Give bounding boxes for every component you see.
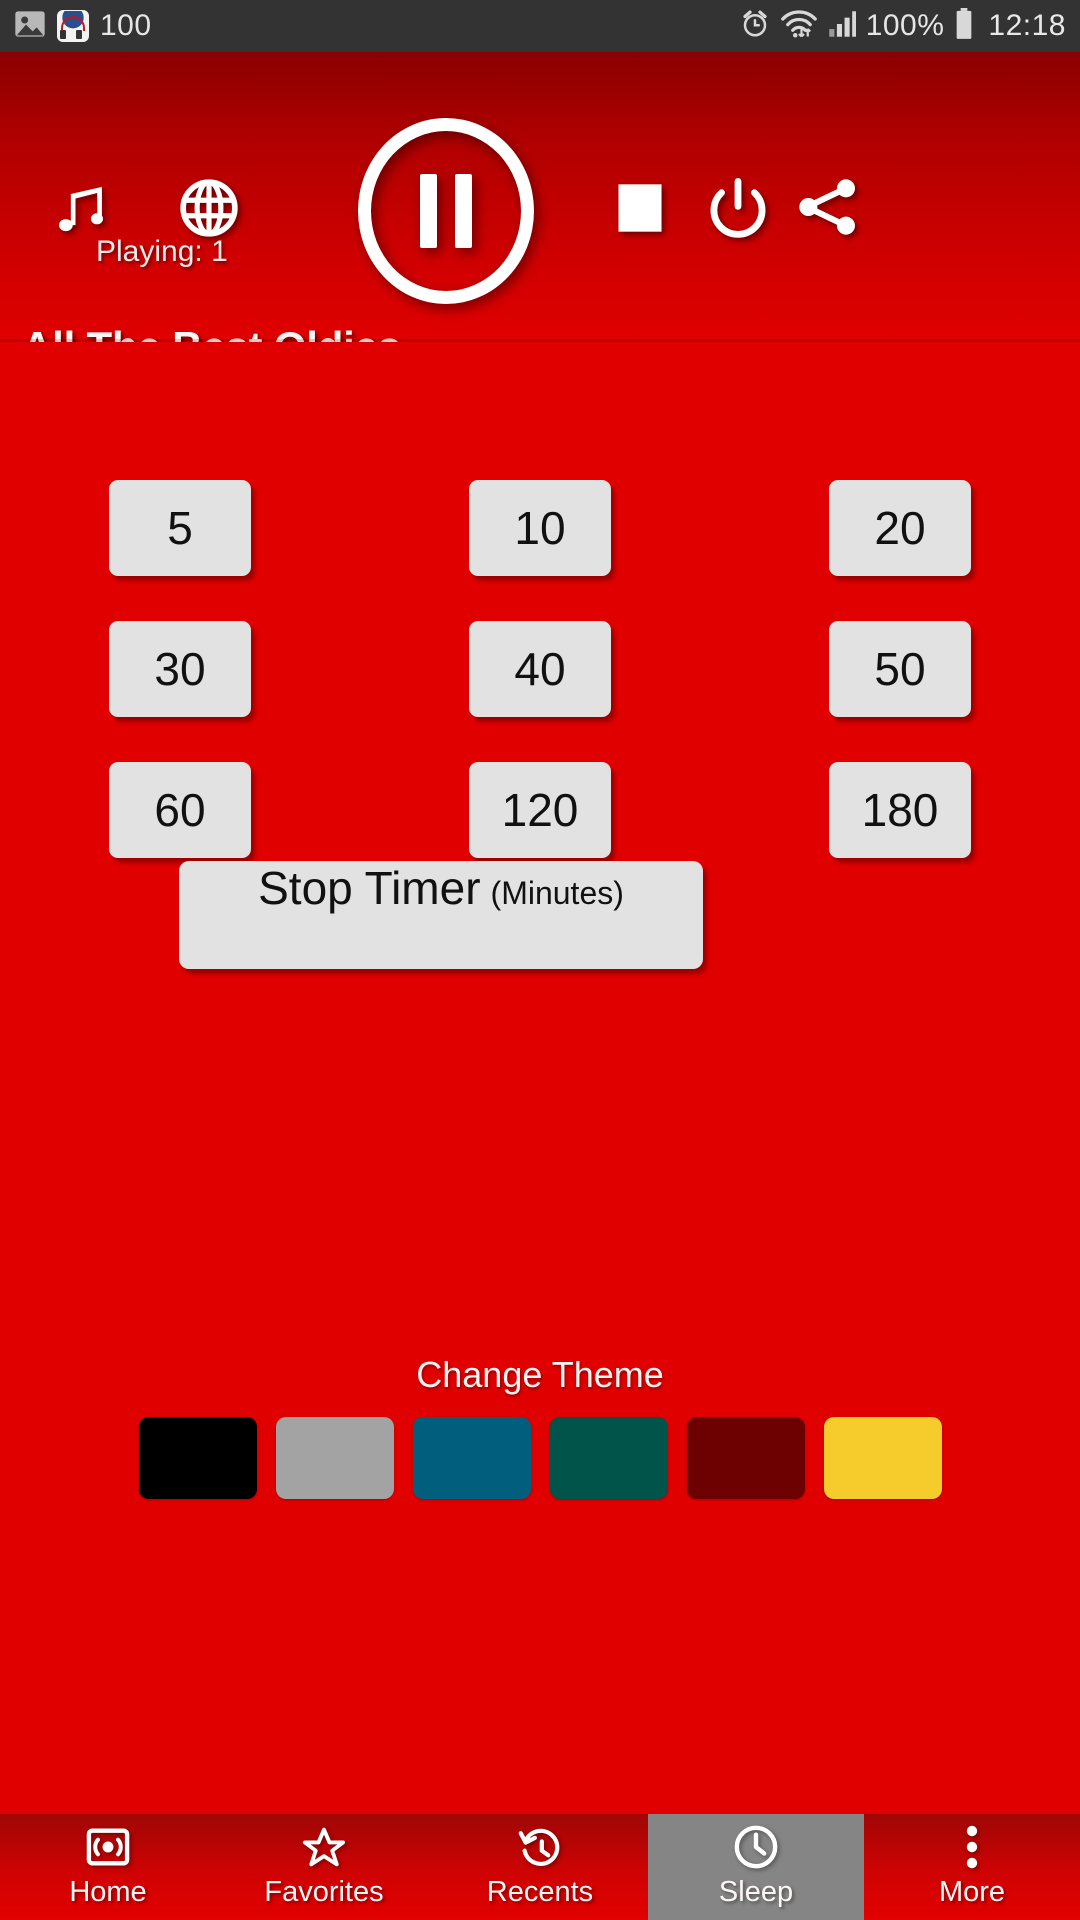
nav-item-home[interactable]: Home xyxy=(0,1814,216,1920)
theme-swatch-teal-blue[interactable] xyxy=(412,1417,531,1499)
wifi-icon xyxy=(780,9,818,44)
theme-swatch-yellow[interactable] xyxy=(823,1417,942,1499)
nav-label-favorites: Favorites xyxy=(264,1876,384,1908)
sleep-timer-panel: 5 10 20 30 40 50 60 120 180 Stop Timer (… xyxy=(0,342,1080,1814)
battery-icon xyxy=(954,7,974,45)
stop-timer-button[interactable]: Stop Timer (Minutes) xyxy=(179,861,703,969)
player-controls xyxy=(0,52,1080,242)
nav-item-recents[interactable]: Recents xyxy=(432,1814,648,1920)
share-icon[interactable] xyxy=(792,172,862,242)
stop-timer-unit-label: (Minutes) xyxy=(490,875,624,911)
timer-option-button[interactable]: 60 xyxy=(109,762,251,858)
nav-item-more[interactable]: More xyxy=(864,1814,1080,1920)
timer-option-button[interactable]: 50 xyxy=(829,621,971,717)
theme-swatch-dark-red[interactable] xyxy=(686,1417,805,1499)
battery-percent-label: 100% xyxy=(865,9,945,42)
nav-item-sleep[interactable]: Sleep xyxy=(648,1814,864,1920)
theme-swatch-dark-green[interactable] xyxy=(549,1417,668,1499)
signal-icon xyxy=(828,10,856,43)
overflow-dots-icon xyxy=(964,1825,980,1869)
clock-time: 12:18 xyxy=(988,9,1066,42)
nav-label-more: More xyxy=(938,1876,1006,1908)
image-icon xyxy=(14,10,46,43)
clock-icon xyxy=(733,1825,779,1869)
play-pause-button[interactable] xyxy=(356,116,536,306)
timer-option-button[interactable]: 10 xyxy=(469,480,611,576)
timer-option-button[interactable]: 20 xyxy=(829,480,971,576)
stop-timer-label: Stop Timer xyxy=(258,862,481,914)
stop-icon[interactable] xyxy=(614,180,666,236)
music-note-icon[interactable] xyxy=(48,177,114,243)
change-theme-label: Change Theme xyxy=(416,1354,664,1395)
bottom-navigation: Home Favorites Recents Sleep More xyxy=(0,1814,1080,1920)
globe-icon[interactable] xyxy=(178,177,240,239)
status-bar-left: 100 xyxy=(14,9,152,43)
star-icon xyxy=(301,1825,347,1869)
timer-options-grid: 5 10 20 30 40 50 60 120 180 xyxy=(0,480,1080,858)
nav-label-recents: Recents xyxy=(486,1876,594,1908)
theme-swatch-black[interactable] xyxy=(138,1417,257,1499)
alarm-icon xyxy=(740,9,770,44)
timer-option-button[interactable]: 180 xyxy=(829,762,971,858)
app-icon-nonstop-music xyxy=(57,10,89,42)
timer-option-button[interactable]: 120 xyxy=(469,762,611,858)
pause-icon xyxy=(358,118,534,304)
power-icon[interactable] xyxy=(704,174,772,242)
history-clock-icon xyxy=(517,1825,563,1869)
status-bar: 100 100% 12:18 xyxy=(0,0,1080,52)
timer-option-button[interactable]: 40 xyxy=(469,621,611,717)
timer-option-button[interactable]: 5 xyxy=(109,480,251,576)
nav-label-home: Home xyxy=(69,1876,147,1908)
playing-count-label: Playing: 1 xyxy=(96,235,228,268)
radio-broadcast-icon xyxy=(86,1825,130,1869)
nav-label-sleep: Sleep xyxy=(718,1876,794,1908)
timer-option-button[interactable]: 30 xyxy=(109,621,251,717)
nav-item-favorites[interactable]: Favorites xyxy=(216,1814,432,1920)
theme-swatch-list xyxy=(0,1417,1080,1499)
theme-swatch-grey[interactable] xyxy=(275,1417,394,1499)
player-header: Playing: 1 All The Best Oldies xyxy=(0,52,1080,370)
status-bar-right: 100% 12:18 xyxy=(740,7,1066,45)
notification-count: 100 xyxy=(100,9,152,42)
